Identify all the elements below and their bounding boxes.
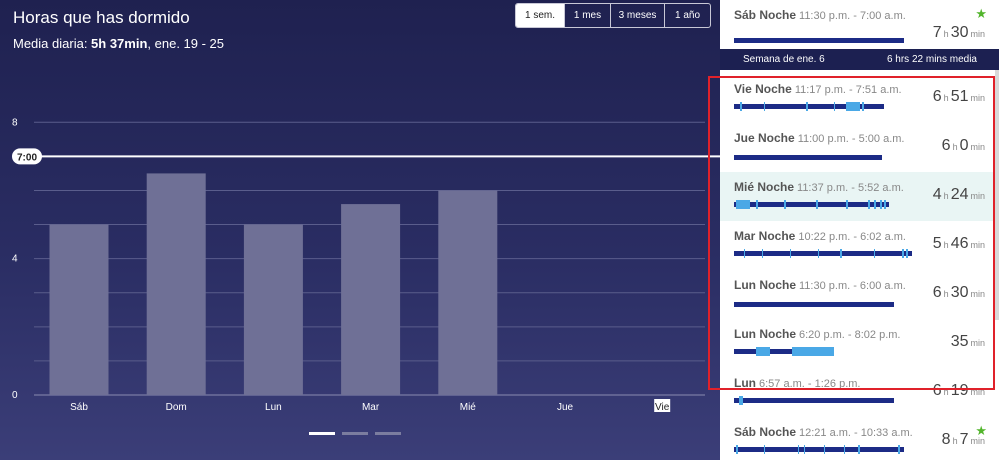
entry-duration: 8 h 7 min [941,431,985,448]
annotation-highlight-box [708,76,995,390]
x-tick-label: Mar [362,402,380,413]
scrollbar[interactable] [995,70,999,320]
x-tick-label: Lun [265,402,282,413]
sleep-chart-panel: Horas que has dormido Media diaria: 5h 3… [0,0,720,460]
entry-time: 11:30 p.m. - 7:00 a.m. [799,10,906,22]
sleep-stage-bar [734,396,894,405]
star-icon: ★ [975,6,987,21]
sleep-hours-bar-chart: 0 4 8 Sáb Dom Lun Mar Mié Jue Vie 7:00 [12,117,720,413]
pager-dot-1[interactable] [309,432,335,435]
entry-duration: 7 h 30 min [932,24,985,41]
week-average: 6 hrs 22 mins media [886,54,977,65]
sleep-stage-bar [734,445,904,454]
x-tick-label: Vie [655,402,670,413]
chart-bar [243,224,303,395]
pager-dot-2[interactable] [342,432,368,435]
y-tick-label: 0 [12,390,18,401]
chart-bar [49,224,109,395]
pager-dot-3[interactable] [375,432,401,435]
sleep-log-entry-top[interactable]: Sáb Noche 11:30 p.m. - 7:00 a.m. ★ 7 h 30 mi… [720,0,999,49]
sleep-log-entry[interactable]: Sáb Noche 12:21 a.m. - 10:33 a.m. ★ 8 h 7 min [720,417,999,460]
chart-bar [438,190,498,395]
goal-label: 7:00 [17,152,37,163]
chart-pager [309,432,401,435]
entry-day: Sáb Noche [734,425,797,439]
week-label: Semana de ene. 6 [743,54,825,65]
x-tick-label: Mié [460,402,477,413]
x-tick-label: Sáb [70,402,88,413]
chart-bar [341,204,401,395]
entry-time: 12:21 a.m. - 10:33 a.m. [799,427,913,439]
week-summary-row: Semana de ene. 6 6 hrs 22 mins media [720,49,999,70]
x-tick-label: Dom [166,402,187,413]
y-tick-label: 4 [12,254,18,265]
chart-bar [146,173,206,395]
sleep-stage-bar [734,38,904,43]
x-tick-label: Jue [557,402,574,413]
entry-day: Sáb Noche [734,8,797,22]
y-tick-label: 8 [12,117,18,128]
